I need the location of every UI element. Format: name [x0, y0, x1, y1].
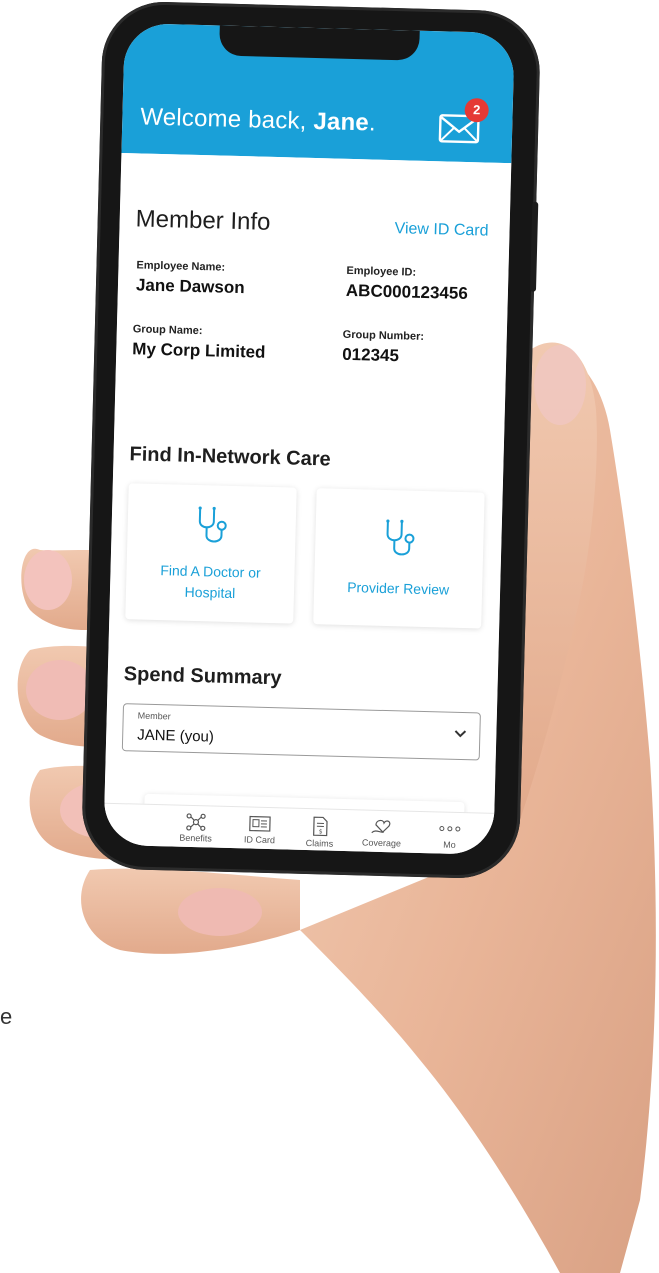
stray-text: e [0, 1004, 13, 1029]
member-select-caption: Member [137, 710, 171, 722]
group-name-value: My Corp Limited [132, 339, 266, 362]
group-name-label: Group Name: [132, 323, 203, 338]
phone-notch [219, 25, 420, 61]
find-care-title: Find In-Network Care [129, 443, 331, 471]
id-card-icon [249, 815, 271, 832]
benefits-icon [186, 813, 206, 831]
member-info-title: Member Info [135, 205, 271, 236]
group-number-label: Group Number: [342, 328, 425, 343]
stethoscope-icon [198, 506, 227, 543]
coverage-icon [371, 819, 391, 834]
phone-frame: Welcome back, Jane. 2 Member Info View I… [80, 0, 542, 880]
employee-id-label: Employee ID: [346, 264, 417, 279]
member-select[interactable]: Member JANE (you) [121, 703, 481, 761]
provider-review-card[interactable]: Provider Review [313, 488, 485, 629]
provider-review-label: Provider Review [346, 579, 450, 598]
employee-name-label: Employee Name: [136, 259, 226, 274]
find-doctor-card[interactable]: Find A Doctor or Hospital [125, 483, 297, 624]
tab-benefits[interactable]: Benefits [165, 805, 226, 849]
welcome-prefix: Welcome back, [140, 103, 314, 135]
tab-more-label: Mo [443, 839, 456, 850]
bottom-tab-bar: Benefits ID Card $ Claims Coverage Mo [103, 802, 495, 855]
tab-more[interactable]: Mo [419, 812, 480, 855]
tab-benefits-label: Benefits [179, 832, 212, 844]
find-doctor-label-line2: Hospital [184, 583, 236, 602]
group-number-value: 012345 [342, 344, 400, 366]
welcome-suffix: . [368, 109, 377, 137]
chevron-down-icon [454, 730, 467, 738]
view-id-card-link[interactable]: View ID Card [394, 220, 488, 240]
tab-coverage[interactable]: Coverage [351, 810, 412, 854]
user-name: Jane [313, 107, 370, 137]
phone-screen: Welcome back, Jane. 2 Member Info View I… [103, 22, 515, 855]
more-icon [439, 826, 461, 832]
tab-claims[interactable]: $ Claims [289, 809, 350, 853]
member-select-value: JANE (you) [136, 726, 215, 746]
main-content: Member Info View ID Card Employee Name: … [104, 152, 512, 843]
tab-id-card[interactable]: ID Card [229, 807, 290, 851]
welcome-message: Welcome back, Jane. [140, 103, 376, 137]
svg-text:$: $ [319, 828, 323, 835]
tab-id-card-label: ID Card [243, 834, 276, 846]
tab-claims-label: Claims [305, 838, 334, 849]
employee-id-value: ABC000123456 [345, 280, 469, 304]
claims-icon: $ [313, 816, 328, 837]
spend-summary-title: Spend Summary [123, 663, 282, 690]
mail-badge: 2 [464, 97, 489, 123]
stethoscope-icon [386, 519, 415, 556]
tab-coverage-label: Coverage [361, 837, 402, 849]
employee-name-value: Jane Dawson [135, 275, 245, 298]
